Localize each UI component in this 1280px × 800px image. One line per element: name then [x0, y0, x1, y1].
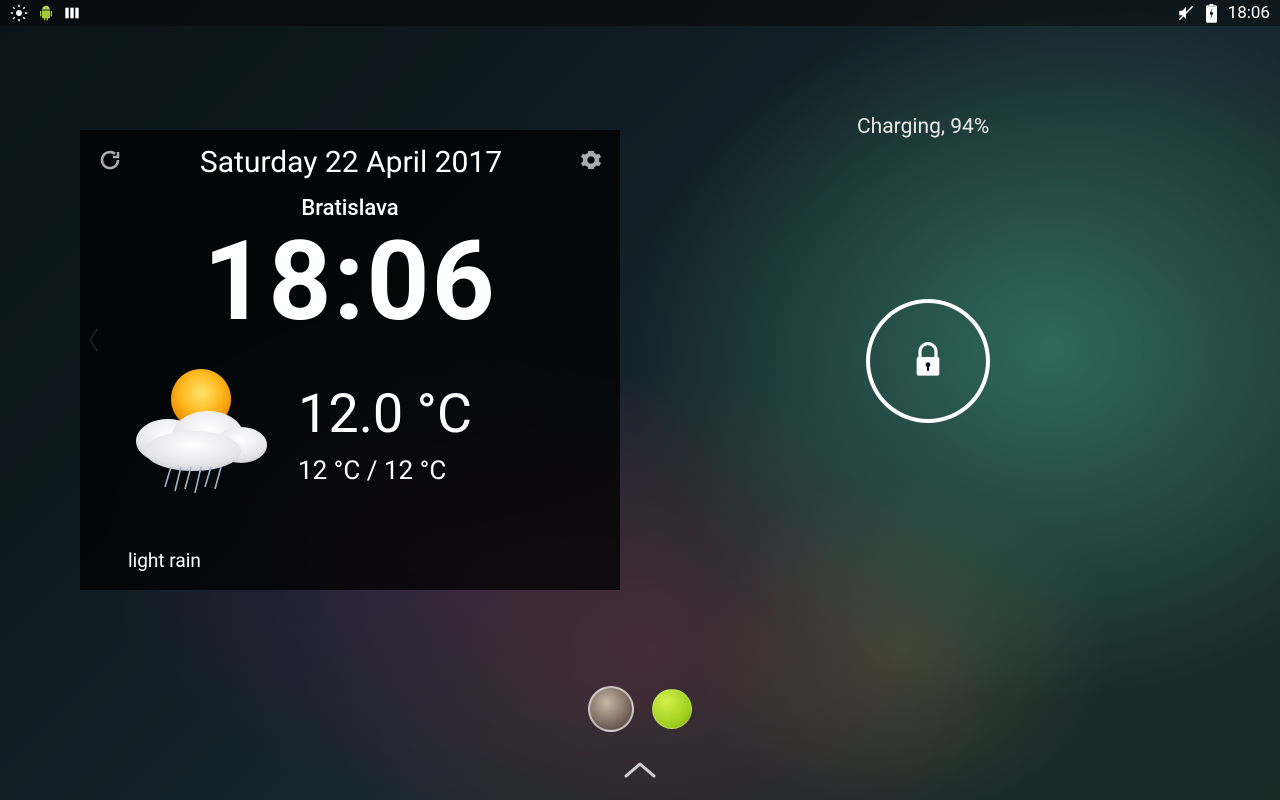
status-bar[interactable]: 18:06 [0, 0, 1280, 26]
widget-weather-row: 12.0 °C 12 °C / 12 °C [98, 359, 602, 509]
weather-range: 12 °C / 12 °C [298, 456, 602, 486]
expand-chevron-up-icon[interactable] [620, 758, 660, 786]
sun-cloud-rain-icon [98, 359, 298, 509]
weather-description: light rain [128, 549, 602, 572]
weather-text: 12.0 °C 12 °C / 12 °C [298, 383, 602, 486]
widget-header: Saturday 22 April 2017 [98, 142, 602, 182]
user-guest[interactable] [652, 689, 692, 729]
bars-icon [64, 5, 80, 21]
status-left [10, 4, 80, 22]
gear-icon[interactable] [580, 149, 602, 175]
user-switcher [588, 686, 692, 732]
status-time: 18:06 [1228, 3, 1270, 23]
refresh-icon[interactable] [98, 148, 122, 176]
android-debug-icon [38, 4, 54, 22]
brightness-icon [10, 4, 28, 22]
weather-clock-widget[interactable]: Saturday 22 April 2017 Bratislava 18:06 [80, 130, 620, 590]
charging-status: Charging, 94% [857, 115, 989, 139]
user-avatar[interactable] [588, 686, 634, 732]
battery-charging-icon [1205, 4, 1218, 23]
widget-clock: 18:06 [98, 227, 602, 337]
unlock-button[interactable] [866, 299, 990, 423]
widget-date: Saturday 22 April 2017 [122, 145, 580, 180]
mute-icon [1177, 4, 1195, 22]
lock-icon [911, 341, 945, 381]
status-right: 18:06 [1177, 3, 1270, 23]
weather-temperature: 12.0 °C [298, 383, 602, 446]
